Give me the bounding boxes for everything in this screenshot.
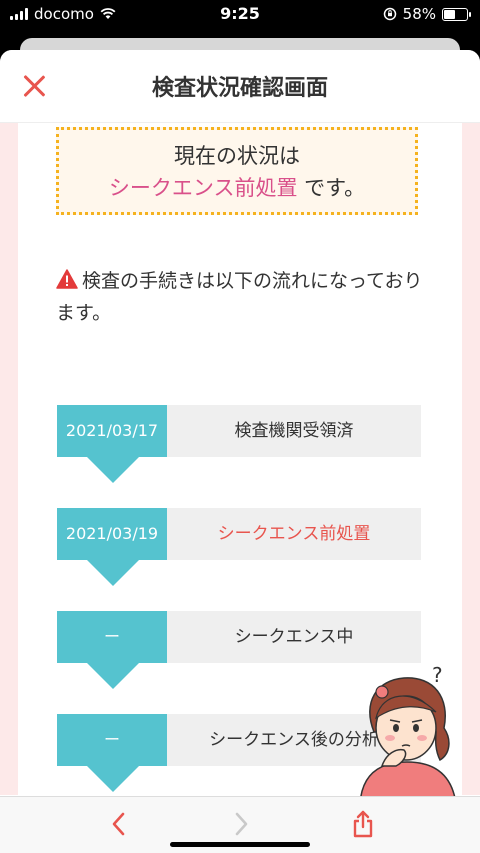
current-status: シークエンス前処置	[108, 176, 298, 200]
step-label: 検査機関受領済	[167, 405, 421, 457]
page-title: 検査状況確認画面	[151, 76, 328, 101]
step-arrow-icon	[87, 457, 139, 483]
home-indicator[interactable]	[170, 842, 310, 847]
step-date: 2021/03/19	[57, 508, 167, 560]
share-icon[interactable]	[348, 809, 378, 839]
procedure-notice: 検査の手続きは以下の流れになっております。	[56, 265, 436, 329]
current-status-box: 現在の状況は シークエンス前処置 です。	[56, 127, 418, 215]
step-row: 2021/03/17 検査機関受領済	[57, 405, 421, 483]
step-row: ーシークエンス中	[57, 611, 421, 689]
step-date: 2021/03/17	[57, 405, 167, 457]
step-label: シークエンス前処置	[167, 508, 421, 560]
thinking-girl-illustration: ?	[359, 663, 457, 804]
orientation-lock-icon	[383, 7, 396, 21]
status-intro: 現在の状況は	[174, 144, 300, 168]
notice-text: 検査の手続きは以下の流れになっております。	[56, 270, 423, 324]
status-line: シークエンス前処置 です。	[59, 172, 415, 204]
chevron-right-icon[interactable]	[226, 809, 256, 839]
step-date: ー	[57, 714, 167, 766]
svg-text:?: ?	[432, 663, 443, 687]
step-arrow-icon	[87, 663, 139, 689]
warning-icon	[56, 269, 78, 289]
step-arrow-icon	[87, 560, 139, 586]
modal-header: 検査状況確認画面	[0, 50, 480, 123]
status-modal: 検査状況確認画面 現在の状況は シークエンス前処置 です。 検査の手続きは以下の…	[0, 50, 480, 853]
status-bar: docomo 9:25 58%	[0, 0, 480, 28]
battery-percent: 58%	[402, 5, 436, 23]
battery-icon	[442, 7, 471, 21]
chevron-left-icon[interactable]	[104, 809, 134, 839]
status-suffix: です。	[297, 176, 366, 200]
step-arrow-icon	[87, 766, 139, 792]
step-row: 2021/03/19 シークエンス前処置	[57, 508, 421, 586]
step-label: シークエンス中	[167, 611, 421, 663]
step-date: ー	[57, 611, 167, 663]
status-right: 58%	[383, 5, 471, 23]
